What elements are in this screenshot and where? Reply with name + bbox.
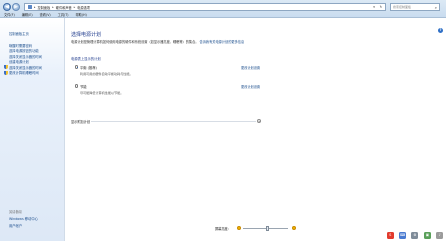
chevron-right-icon: ▸ (52, 5, 54, 9)
brightness-label: 屏幕亮度: (215, 227, 229, 231)
see-also-user-accounts[interactable]: 用户帐户 (9, 223, 22, 228)
description-text: 电源计划是管理计算机如何使用电源的硬件和系统设置（如显示器亮度、睡眠等）的集合。 (71, 40, 199, 44)
plan-balanced-radio[interactable] (75, 65, 79, 69)
search-input[interactable]: 搜索控制面板 ⌕ (390, 3, 440, 11)
divider (91, 121, 256, 122)
sidebar-link-sleep-time[interactable]: 更改计算机睡眠时间 (0, 70, 64, 76)
brightness-high-icon (292, 226, 296, 230)
app-s-icon[interactable]: S (386, 232, 394, 239)
plan-description: 利用可用的硬件自动平衡功耗与性能。 (80, 72, 133, 76)
app-keyboard-icon[interactable]: ⌨ (399, 232, 407, 239)
help-icon[interactable]: ? (438, 28, 443, 33)
uac-shield-icon (4, 70, 8, 75)
address-bar-area: ◀ ▶ ▸ 控制面板 ▸ 硬件和声音 ▸ 电源选项 ▾ ↻ 搜索控制面板 ⌕ 文… (0, 0, 446, 18)
breadcrumb-power-options[interactable]: 电源选项 (77, 5, 90, 10)
app-settings-icon[interactable]: ⚙ (411, 232, 419, 239)
page-description: 电源计划是管理计算机如何使用电源的硬件和系统设置（如显示器亮度、睡眠等）的集合。… (71, 40, 251, 45)
section-heading: 电源表上显示的计划 (71, 57, 101, 61)
brightness-slider-thumb[interactable] (266, 225, 270, 231)
plan-power-saver-radio[interactable] (75, 84, 79, 88)
system-tray: S ⌨ ⚙ ▣ ♪ (384, 230, 446, 241)
task-pane: 控制面板主页 唤醒时需要密码 选择电源按钮的功能 选择关闭显示器的时间 创建电源… (0, 18, 65, 241)
history-dropdown-icon[interactable]: ▾ (371, 4, 377, 10)
uac-shield-icon (4, 65, 8, 70)
plan-description: 尽可能降低计算机性能以节能。 (80, 91, 124, 95)
see-also-mobility-center[interactable]: Windows 移动中心 (9, 216, 38, 221)
brightness-low-icon (237, 226, 241, 230)
more-info-link[interactable]: 告诉我有关电源计划的更多信息 (200, 40, 245, 44)
chevron-right-icon: ▸ (34, 5, 36, 9)
chevron-right-icon: ▸ (73, 5, 76, 9)
breadcrumb-hardware-sound[interactable]: 硬件和声音 (56, 5, 72, 10)
refresh-icon[interactable]: ↻ (378, 4, 384, 10)
see-also-heading: 另请参阅 (9, 210, 22, 214)
sidebar-home-link[interactable]: 控制面板主页 (0, 31, 64, 37)
sidebar-link-label: 更改计算机睡眠时间 (9, 71, 39, 76)
forward-button[interactable]: ▶ (12, 3, 20, 11)
breadcrumb-control-panel[interactable]: 控制面板 (38, 5, 51, 10)
search-icon: ⌕ (434, 5, 437, 10)
plan-name[interactable]: 平衡 (推荐) (80, 65, 97, 70)
control-panel-icon (28, 5, 32, 9)
search-placeholder: 搜索控制面板 (393, 5, 412, 9)
app-sound-icon[interactable]: ♪ (436, 232, 444, 239)
main-content: ? 选择电源计划 电源计划是管理计算机如何使用电源的硬件和系统设置（如显示器亮度… (66, 18, 446, 241)
page-title: 选择电源计划 (71, 32, 102, 38)
app-network-icon[interactable]: ▣ (423, 232, 431, 239)
address-bar[interactable]: ▸ 控制面板 ▸ 硬件和声音 ▸ 电源选项 ▾ ↻ (24, 3, 386, 11)
change-plan-settings-link[interactable]: 更改计划设置 (241, 65, 260, 70)
sidebar-link-label: 选择关闭显示器的时间 (9, 65, 42, 70)
expand-chevron-icon[interactable]: ⌄ (257, 119, 262, 124)
change-plan-settings-link[interactable]: 更改计划设置 (241, 84, 260, 89)
back-button[interactable]: ◀ (3, 3, 11, 11)
plan-name[interactable]: 节能 (80, 84, 87, 89)
show-additional-plans[interactable]: 显示附加计划 (71, 119, 90, 124)
